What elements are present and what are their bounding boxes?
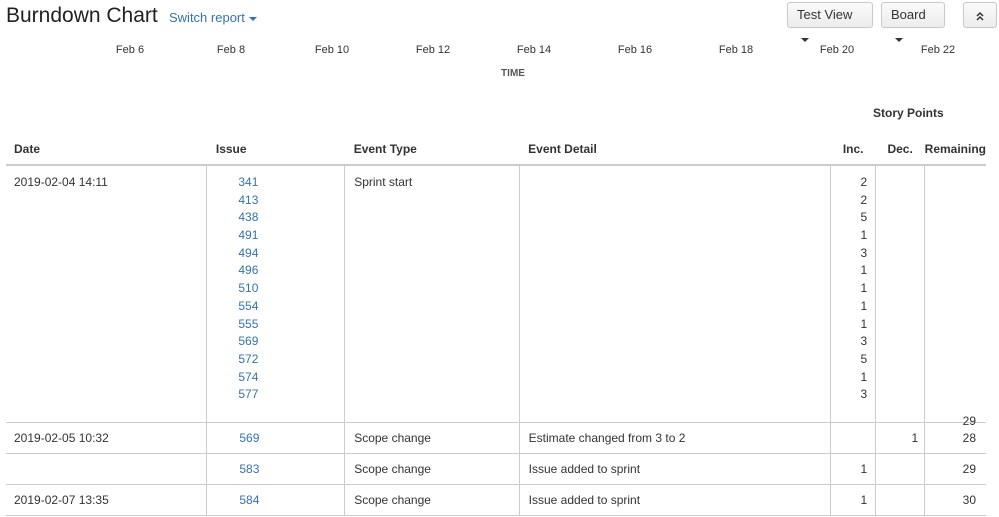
inc-value: 1 [860, 263, 868, 278]
switch-report-label: Switch report [169, 10, 245, 25]
inc-value: 3 [860, 334, 868, 349]
event-date [6, 453, 207, 485]
event-date: 2019-02-04 14:11 [14, 175, 108, 189]
axis-tick: Feb 14 [516, 44, 552, 56]
event-date: 2019-02-05 10:32 [14, 431, 109, 445]
switch-report-dropdown[interactable]: Switch report [169, 10, 257, 25]
axis-tick: Feb 16 [617, 44, 653, 56]
remaining-value: 30 [924, 484, 986, 516]
issue-link[interactable]: 583 [239, 462, 259, 476]
issue-link[interactable]: 584 [239, 493, 259, 507]
axis-tick: Feb 22 [920, 44, 956, 56]
col-dec: Dec. [875, 124, 925, 166]
remaining-value: 29 [962, 414, 976, 428]
col-event-detail: Event Detail [519, 124, 831, 166]
burndown-table: Story Points Date Issue Event Type Event… [6, 102, 986, 516]
dec-value [875, 165, 925, 423]
story-points-header: Story Points [872, 106, 944, 120]
issue-link[interactable]: 554 [238, 299, 258, 313]
table-row: 2019-02-07 13:35 584 Scope change Issue … [6, 484, 986, 516]
axis-tick: Feb 12 [415, 44, 451, 56]
inc-value: 2 [860, 175, 868, 189]
axis-tick: Feb 20 [819, 44, 855, 56]
inc-value: 1 [860, 281, 868, 296]
axis-tick: Feb 8 [216, 44, 246, 56]
axis-title: TIME [501, 68, 525, 79]
remaining-value: 29 [924, 453, 986, 485]
page-title: Burndown Chart [6, 4, 158, 27]
remaining-value: 28 [924, 422, 986, 454]
col-date: Date [6, 124, 207, 166]
event-type: Scope change [344, 453, 520, 485]
col-remaining: Remaining [924, 124, 986, 166]
inc-value [830, 422, 876, 454]
chevron-down-icon [801, 37, 809, 42]
issue-link[interactable]: 438 [238, 210, 258, 224]
inc-value: 1 [860, 298, 868, 313]
test-view-label: Test View [797, 7, 853, 22]
issue-link[interactable]: 494 [238, 246, 258, 260]
issue-link[interactable]: 569 [239, 431, 259, 445]
inc-value: 5 [860, 351, 868, 366]
issue-link[interactable]: 413 [238, 193, 258, 207]
issue-link[interactable]: 555 [238, 317, 258, 331]
table-row: 2019-02-05 10:32 569 Scope change Estima… [6, 422, 986, 454]
table-row: 2019-02-04 14:11 341 413 438 491 494 496… [6, 165, 986, 428]
event-detail: Estimate changed from 3 to 2 [518, 422, 831, 454]
event-type: Scope change [344, 484, 520, 516]
inc-value: 1 [860, 228, 868, 243]
inc-value: 2 [860, 192, 868, 207]
event-detail: Issue added to sprint [518, 484, 831, 516]
inc-value: 1 [860, 369, 868, 384]
event-detail: Issue added to sprint [518, 453, 831, 485]
issue-link[interactable]: 577 [238, 387, 258, 401]
dec-value [875, 484, 925, 516]
inc-value: 3 [860, 387, 868, 402]
col-issue: Issue [206, 124, 345, 166]
issue-link[interactable]: 569 [238, 334, 258, 348]
double-chevron-up-icon [976, 11, 984, 21]
issue-link[interactable]: 572 [238, 352, 258, 366]
inc-value: 1 [860, 316, 868, 331]
issue-link[interactable]: 510 [238, 281, 258, 295]
inc-value: 1 [830, 484, 876, 516]
col-event-type: Event Type [344, 124, 520, 166]
issue-link[interactable]: 574 [238, 370, 258, 384]
issue-link[interactable]: 341 [238, 175, 258, 189]
inc-value: 3 [860, 245, 868, 260]
event-type: Sprint start [354, 175, 413, 189]
chevron-down-icon [895, 37, 903, 42]
report-header: Burndown Chart Switch report Test View B… [0, 0, 999, 42]
issue-link[interactable]: 491 [238, 228, 258, 242]
inc-value: 1 [830, 453, 876, 485]
axis-tick: Feb 6 [115, 44, 145, 56]
dec-value: 1 [875, 422, 925, 454]
time-axis: Feb 6 Feb 8 Feb 10 Feb 12 Feb 14 Feb 16 … [0, 44, 999, 84]
test-view-button[interactable]: Test View [787, 2, 873, 42]
event-date: 2019-02-07 13:35 [6, 484, 207, 516]
axis-tick: Feb 10 [314, 44, 350, 56]
chevron-down-icon [248, 16, 257, 21]
col-inc: Inc. [830, 124, 876, 166]
event-detail [518, 165, 831, 423]
table-row: 583 Scope change Issue added to sprint 1… [6, 453, 986, 485]
board-label: Board [891, 7, 926, 22]
collapse-button[interactable] [963, 2, 997, 28]
inc-value: 5 [860, 210, 868, 225]
dec-value [875, 453, 925, 485]
board-button[interactable]: Board [881, 2, 945, 42]
issue-link[interactable]: 496 [238, 263, 258, 277]
axis-tick: Feb 18 [718, 44, 754, 56]
event-type: Scope change [344, 422, 520, 454]
